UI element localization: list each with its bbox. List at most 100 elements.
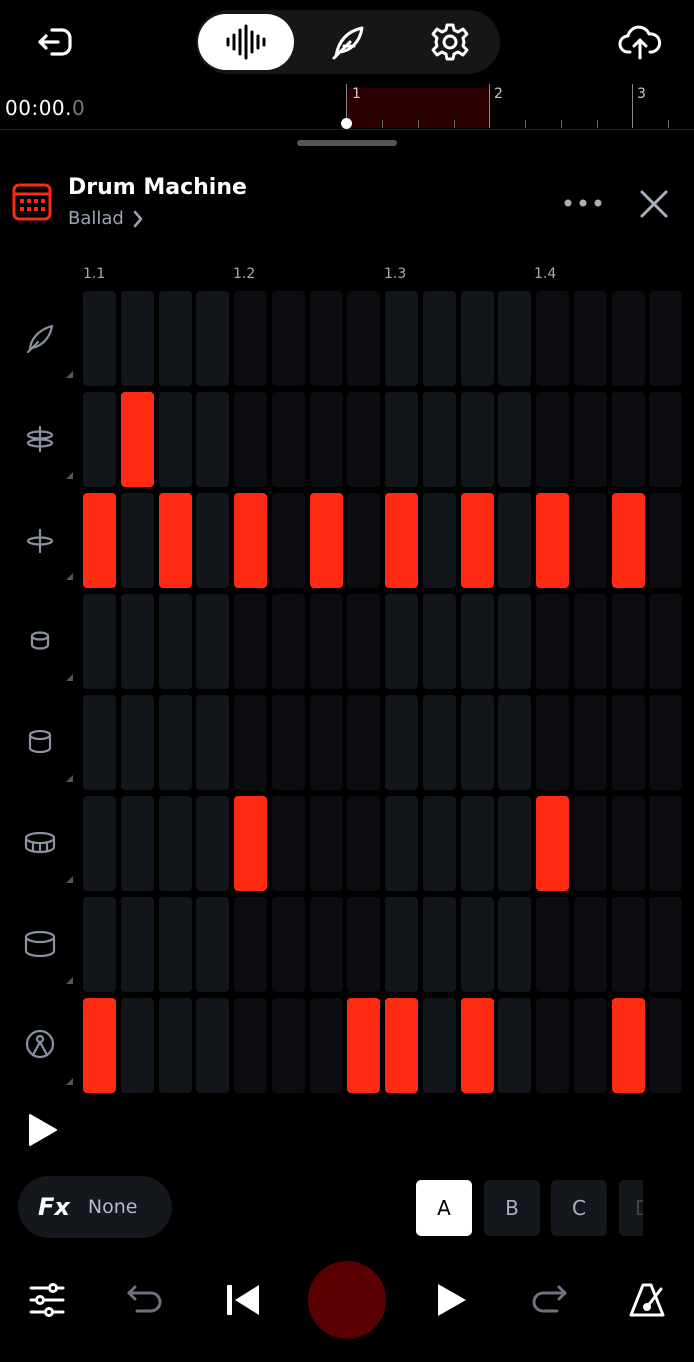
step-cell[interactable] (83, 998, 116, 1093)
step-cell[interactable] (612, 291, 645, 386)
snare-row-button[interactable] (20, 823, 60, 863)
step-cell[interactable] (310, 796, 343, 891)
step-cell[interactable] (498, 594, 531, 689)
step-cell[interactable] (498, 796, 531, 891)
closed-hihat-row-button[interactable] (20, 520, 60, 560)
step-cell[interactable] (385, 291, 418, 386)
mode-settings-button[interactable] (402, 14, 498, 70)
step-cell[interactable] (196, 998, 229, 1093)
kick-drum-row-button[interactable] (20, 1025, 60, 1065)
step-cell[interactable] (649, 695, 682, 790)
step-cell[interactable] (310, 392, 343, 487)
mid-tom-row-button[interactable] (20, 722, 60, 762)
record-button[interactable] (308, 1261, 386, 1339)
step-cell[interactable] (423, 998, 456, 1093)
preset-selector[interactable]: Ballad (68, 208, 144, 229)
pattern-b-button[interactable]: B (484, 1180, 540, 1236)
step-cell[interactable] (536, 493, 569, 588)
step-cell[interactable] (649, 392, 682, 487)
pattern-d-button[interactable]: D (619, 1180, 643, 1236)
pattern-a-button[interactable]: A (416, 1180, 472, 1236)
step-cell[interactable] (385, 796, 418, 891)
step-cell[interactable] (272, 594, 305, 689)
step-cell[interactable] (121, 493, 154, 588)
step-cell[interactable] (498, 695, 531, 790)
step-cell[interactable] (121, 796, 154, 891)
timeline-ruler[interactable]: 1 2 3 (346, 84, 694, 130)
step-cell[interactable] (83, 493, 116, 588)
step-cell[interactable] (649, 291, 682, 386)
metronome-button[interactable] (622, 1278, 672, 1322)
step-cell[interactable] (612, 493, 645, 588)
step-cell[interactable] (196, 493, 229, 588)
step-cell[interactable] (574, 796, 607, 891)
step-cell[interactable] (310, 291, 343, 386)
step-cell[interactable] (498, 998, 531, 1093)
step-cell[interactable] (536, 695, 569, 790)
step-cell[interactable] (461, 695, 494, 790)
step-cell[interactable] (574, 998, 607, 1093)
step-cell[interactable] (649, 998, 682, 1093)
step-cell[interactable] (461, 392, 494, 487)
step-cell[interactable] (461, 594, 494, 689)
step-cell[interactable] (272, 493, 305, 588)
step-cell[interactable] (310, 695, 343, 790)
step-cell[interactable] (159, 897, 192, 992)
step-cell[interactable] (574, 695, 607, 790)
step-cell[interactable] (272, 291, 305, 386)
step-cell[interactable] (423, 695, 456, 790)
floor-tom-row-button[interactable] (20, 924, 60, 964)
step-cell[interactable] (121, 897, 154, 992)
step-cell[interactable] (121, 291, 154, 386)
step-cell[interactable] (196, 796, 229, 891)
skip-to-start-button[interactable] (218, 1278, 268, 1322)
step-cell[interactable] (498, 493, 531, 588)
undo-button[interactable] (120, 1278, 170, 1322)
step-cell[interactable] (347, 392, 380, 487)
step-cell[interactable] (196, 291, 229, 386)
step-cell[interactable] (196, 897, 229, 992)
step-cell[interactable] (536, 291, 569, 386)
step-cell[interactable] (612, 897, 645, 992)
step-cell[interactable] (347, 493, 380, 588)
step-cell[interactable] (461, 998, 494, 1093)
step-cell[interactable] (423, 897, 456, 992)
step-cell[interactable] (196, 695, 229, 790)
close-button[interactable] (632, 182, 676, 226)
mode-waveform-button[interactable] (198, 14, 294, 70)
step-cell[interactable] (121, 594, 154, 689)
pattern-c-button[interactable]: C (551, 1180, 607, 1236)
step-cell[interactable] (234, 998, 267, 1093)
step-cell[interactable] (272, 695, 305, 790)
step-cell[interactable] (649, 796, 682, 891)
step-cell[interactable] (121, 392, 154, 487)
step-cell[interactable] (536, 594, 569, 689)
step-cell[interactable] (159, 594, 192, 689)
step-cell[interactable] (612, 796, 645, 891)
step-cell[interactable] (574, 594, 607, 689)
step-cell[interactable] (649, 493, 682, 588)
step-cell[interactable] (272, 998, 305, 1093)
step-cell[interactable] (83, 897, 116, 992)
step-cell[interactable] (310, 998, 343, 1093)
step-cell[interactable] (234, 291, 267, 386)
mixer-button[interactable] (22, 1278, 72, 1322)
step-cell[interactable] (385, 897, 418, 992)
step-cell[interactable] (310, 493, 343, 588)
step-cell[interactable] (385, 392, 418, 487)
step-cell[interactable] (347, 594, 380, 689)
step-cell[interactable] (574, 493, 607, 588)
step-cell[interactable] (310, 897, 343, 992)
panel-drag-handle[interactable] (297, 140, 397, 146)
step-cell[interactable] (612, 392, 645, 487)
step-cell[interactable] (159, 998, 192, 1093)
open-hihat-row-button[interactable] (20, 419, 60, 459)
step-cell[interactable] (649, 897, 682, 992)
step-cell[interactable] (159, 796, 192, 891)
step-cell[interactable] (423, 392, 456, 487)
fx-selector[interactable]: Fx None (18, 1176, 172, 1238)
step-cell[interactable] (461, 493, 494, 588)
cloud-upload-button[interactable] (614, 20, 666, 64)
step-cell[interactable] (498, 897, 531, 992)
step-cell[interactable] (234, 392, 267, 487)
